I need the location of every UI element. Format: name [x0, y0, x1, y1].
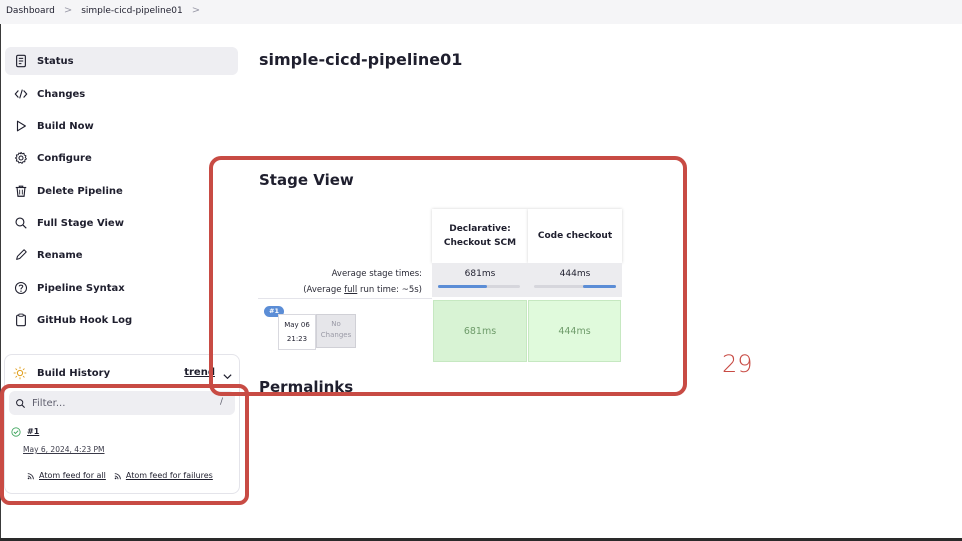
sidebar-item-configure[interactable]: Configure	[5, 144, 238, 172]
sidebar-item-full-stage-view[interactable]: Full Stage View	[5, 209, 238, 237]
page-title: simple-cicd-pipeline01	[259, 50, 463, 69]
breadcrumb-bar: Dashboard > simple-cicd-pipeline01 >	[0, 0, 962, 24]
code-icon	[13, 86, 29, 102]
trash-icon	[13, 183, 29, 199]
breadcrumb: Dashboard > simple-cicd-pipeline01 >	[6, 5, 209, 16]
breadcrumb-dashboard[interactable]: Dashboard	[6, 6, 55, 16]
sidebar-item-pipeline-syntax[interactable]: Pipeline Syntax	[5, 274, 238, 302]
build-history-title: Build History	[37, 367, 111, 379]
sidebar-item-label: Changes	[37, 88, 86, 100]
sidebar-item-status[interactable]: Status	[5, 47, 238, 75]
sidebar-item-label: Configure	[37, 152, 92, 164]
sidebar-item-delete-pipeline[interactable]: Delete Pipeline	[5, 177, 238, 205]
breadcrumb-pipeline[interactable]: simple-cicd-pipeline01	[81, 6, 182, 16]
sidebar-item-rename[interactable]: Rename	[5, 241, 238, 269]
slide-number: 29	[722, 350, 753, 378]
highlight-box-build-history	[0, 384, 249, 505]
sidebar-item-label: Rename	[37, 249, 83, 261]
highlight-box-stage-view	[209, 156, 687, 396]
sidebar-item-build-now[interactable]: Build Now	[5, 112, 238, 140]
breadcrumb-separator[interactable]: >	[192, 5, 200, 16]
sidebar-item-github-hook-log[interactable]: GitHub Hook Log	[5, 306, 238, 334]
sidebar-item-label: Pipeline Syntax	[37, 282, 125, 294]
sidebar-item-label: GitHub Hook Log	[37, 314, 133, 326]
clipboard-icon	[13, 312, 29, 328]
play-icon	[13, 118, 29, 134]
build-history-header: Build History trend	[13, 363, 235, 383]
gear-icon	[13, 150, 29, 166]
sidebar-item-label: Delete Pipeline	[37, 185, 123, 197]
sidebar-item-label: Build Now	[37, 120, 94, 132]
search-icon	[13, 215, 29, 231]
help-icon	[13, 280, 29, 296]
document-icon	[13, 53, 29, 69]
sidebar-item-changes[interactable]: Changes	[5, 80, 238, 108]
sidebar-item-label: Status	[37, 55, 74, 67]
pencil-icon	[13, 247, 29, 263]
sun-icon	[13, 366, 27, 380]
breadcrumb-separator: >	[63, 5, 73, 16]
sidebar-item-label: Full Stage View	[37, 217, 124, 229]
